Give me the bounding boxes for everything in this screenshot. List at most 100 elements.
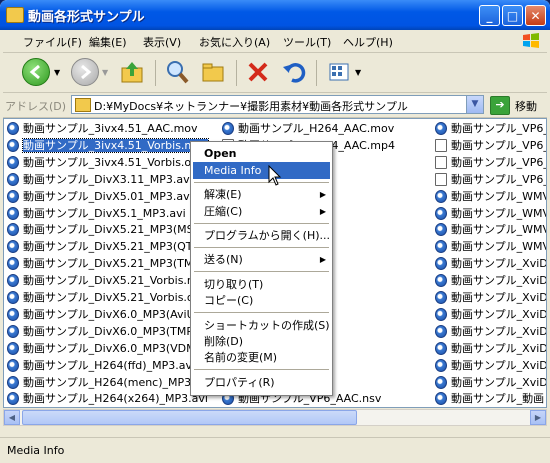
- menu-item-copy[interactable]: コピー(C): [193, 292, 330, 309]
- file-item[interactable]: 動画サンプル_WMV: [435, 205, 546, 222]
- menu-item-media-info[interactable]: Media Info: [193, 162, 330, 179]
- menu-separator: [194, 312, 329, 313]
- file-item[interactable]: 動画サンプル_DivX6.0_MP3(TMP).: [7, 323, 201, 340]
- folder-icon: [75, 98, 91, 112]
- address-input[interactable]: D:¥MyDocs¥ネットランナー¥撮影用素材¥動画各形式サンプル ▼: [71, 95, 484, 114]
- file-item[interactable]: 動画サンプル_DivX6.0_MP3(VDM): [7, 340, 200, 357]
- video-file-icon: [435, 172, 447, 186]
- file-item[interactable]: 動画サンプル_H264_AAC.mov: [222, 120, 432, 137]
- scroll-right-icon[interactable]: ▶: [530, 410, 546, 425]
- file-item[interactable]: 動画サンプル_VP6_: [435, 137, 546, 154]
- video-file-icon: [7, 138, 19, 152]
- video-file-icon: [7, 189, 19, 203]
- search-icon[interactable]: [163, 58, 191, 86]
- file-item[interactable]: 動画サンプル_XviD: [435, 340, 547, 357]
- menu-item-properties[interactable]: プロパティ(R): [193, 374, 330, 391]
- file-item[interactable]: 動画サンプル_H264(x264)_MP3.avi: [7, 390, 208, 407]
- title-bar[interactable]: 動画各形式サンプル _ □ ✕: [0, 0, 550, 30]
- undo-icon[interactable]: [280, 58, 308, 86]
- file-item[interactable]: 動画サンプル_XviD: [435, 357, 546, 374]
- file-item[interactable]: 動画サンプル_VP6_: [435, 120, 547, 137]
- file-name: 動画サンプル_XviD: [451, 274, 547, 288]
- menu-item-cut[interactable]: 切り取り(T): [193, 276, 330, 293]
- menu-file[interactable]: ファイル(F): [23, 34, 82, 50]
- close-button[interactable]: ✕: [525, 5, 546, 26]
- file-item[interactable]: 動画サンプル_動画: [435, 390, 546, 407]
- menu-item-open[interactable]: Open: [193, 145, 330, 162]
- menu-view[interactable]: 表示(V): [143, 34, 181, 50]
- address-bar: アドレス(D) D:¥MyDocs¥ネットランナー¥撮影用素材¥動画各形式サンプ…: [3, 93, 547, 118]
- horizontal-scrollbar[interactable]: ◀ ▶: [3, 409, 547, 426]
- menu-help[interactable]: ヘルプ(H): [343, 34, 393, 50]
- file-item[interactable]: 動画サンプル_DivX5.21_MP3(QT).: [7, 238, 200, 255]
- file-item[interactable]: 動画サンプル_DivX5.21_MP3(MSP: [7, 221, 200, 238]
- file-name: 動画サンプル_3ivx4.51_Vorbis.ogm: [23, 155, 209, 169]
- file-item[interactable]: 動画サンプル_DivX6.0_MP3(AviU): [7, 306, 199, 323]
- scroll-left-icon[interactable]: ◀: [4, 410, 20, 425]
- folders-icon[interactable]: [199, 58, 227, 86]
- file-name: 動画サンプル_VP6_: [451, 122, 547, 135]
- file-item[interactable]: 動画サンプル_DivX5.1_MP3.avi: [7, 205, 190, 222]
- address-dropdown-icon[interactable]: ▼: [466, 96, 483, 113]
- maximize-button[interactable]: □: [502, 5, 523, 26]
- file-item[interactable]: 動画サンプル_XviD: [435, 255, 546, 272]
- menu-item-open-with[interactable]: プログラムから開く(H)...: [193, 227, 330, 244]
- file-item[interactable]: 動画サンプル_DivX5.21_Vorbis.mk: [7, 272, 204, 289]
- views-icon[interactable]: [325, 58, 353, 86]
- views-dropdown-icon[interactable]: ▼: [355, 68, 361, 77]
- menu-edit[interactable]: 編集(E): [89, 34, 127, 50]
- scroll-thumb[interactable]: [22, 410, 357, 425]
- menu-separator: [194, 223, 329, 224]
- file-item[interactable]: 動画サンプル_VP6_: [435, 154, 546, 171]
- file-name: 動画サンプル_動画: [451, 392, 545, 406]
- up-folder-icon[interactable]: [118, 58, 146, 86]
- video-file-icon: [435, 324, 447, 338]
- file-item[interactable]: 動画サンプル_DivX3.11_MP3.avi: [7, 171, 193, 188]
- menu-tools[interactable]: ツール(T): [283, 34, 331, 50]
- video-file-icon: [435, 341, 447, 355]
- file-item[interactable]: 動画サンプル_DivX5.21_Vorbis.og: [7, 289, 201, 306]
- window-title: 動画各形式サンプル: [28, 10, 145, 25]
- file-item[interactable]: 動画サンプル_DivX5.21_MP3(TMP: [7, 255, 200, 272]
- video-file-icon: [435, 206, 447, 220]
- file-item[interactable]: 動画サンプル_WMV: [435, 188, 547, 205]
- go-arrow-icon[interactable]: ➔: [490, 96, 510, 115]
- menu-item-compress[interactable]: 圧縮(C) ▶: [193, 203, 330, 220]
- video-file-icon: [7, 392, 19, 406]
- video-file-icon: [435, 358, 447, 372]
- minimize-button[interactable]: _: [479, 5, 500, 26]
- file-item[interactable]: 動画サンプル_VP6_: [435, 171, 546, 188]
- menu-item-delete[interactable]: 削除(D): [193, 333, 330, 350]
- menu-item-create-shortcut[interactable]: ショートカットの作成(S): [193, 317, 330, 334]
- back-icon[interactable]: [22, 58, 50, 86]
- forward-dropdown-icon[interactable]: ▼: [102, 68, 108, 77]
- file-item[interactable]: 動画サンプル_XviD: [435, 289, 546, 306]
- file-item[interactable]: 動画サンプル_WMV: [435, 221, 546, 238]
- file-item[interactable]: 動画サンプル_H264(ffd)_MP3.avi: [7, 357, 195, 374]
- file-name: 動画サンプル_DivX5.21_MP3(TMP: [23, 257, 200, 271]
- file-item[interactable]: 動画サンプル_WMV: [435, 238, 546, 255]
- file-name: 動画サンプル_3ivx4.51_Vorbis.mkv: [21, 137, 210, 153]
- file-name: 動画サンプル_WMV: [451, 189, 547, 203]
- file-item[interactable]: 動画サンプル_3ivx4.51_AAC.mov: [7, 120, 198, 137]
- file-item[interactable]: 動画サンプル_3ivx4.51_Vorbis.mkv: [7, 137, 210, 154]
- file-item[interactable]: 動画サンプル_XviD: [435, 306, 546, 323]
- file-name: 動画サンプル_XviD: [451, 341, 547, 355]
- file-item[interactable]: 動画サンプル_H264(menc)_MP3.avi: [7, 374, 211, 391]
- menu-favorites[interactable]: お気に入り(A): [199, 34, 270, 50]
- back-dropdown-icon[interactable]: ▼: [54, 68, 60, 77]
- folder-icon: [6, 7, 24, 23]
- video-file-icon: [435, 375, 447, 389]
- forward-icon[interactable]: [71, 58, 99, 86]
- file-item[interactable]: 動画サンプル_DivX5.01_MP3.avi: [7, 188, 193, 205]
- video-file-icon: [435, 257, 447, 271]
- delete-icon[interactable]: [244, 58, 272, 86]
- file-item[interactable]: 動画サンプル_XviD: [435, 323, 546, 340]
- go-button[interactable]: 移動: [515, 98, 537, 114]
- file-item[interactable]: 動画サンプル_XviD: [435, 374, 546, 391]
- menu-item-extract[interactable]: 解凍(E) ▶: [193, 186, 330, 203]
- file-item[interactable]: 動画サンプル_XviD: [435, 272, 547, 289]
- menu-item-send-to[interactable]: 送る(N) ▶: [193, 251, 330, 268]
- file-item[interactable]: 動画サンプル_3ivx4.51_Vorbis.ogm: [7, 154, 209, 171]
- menu-item-rename[interactable]: 名前の変更(M): [193, 349, 330, 366]
